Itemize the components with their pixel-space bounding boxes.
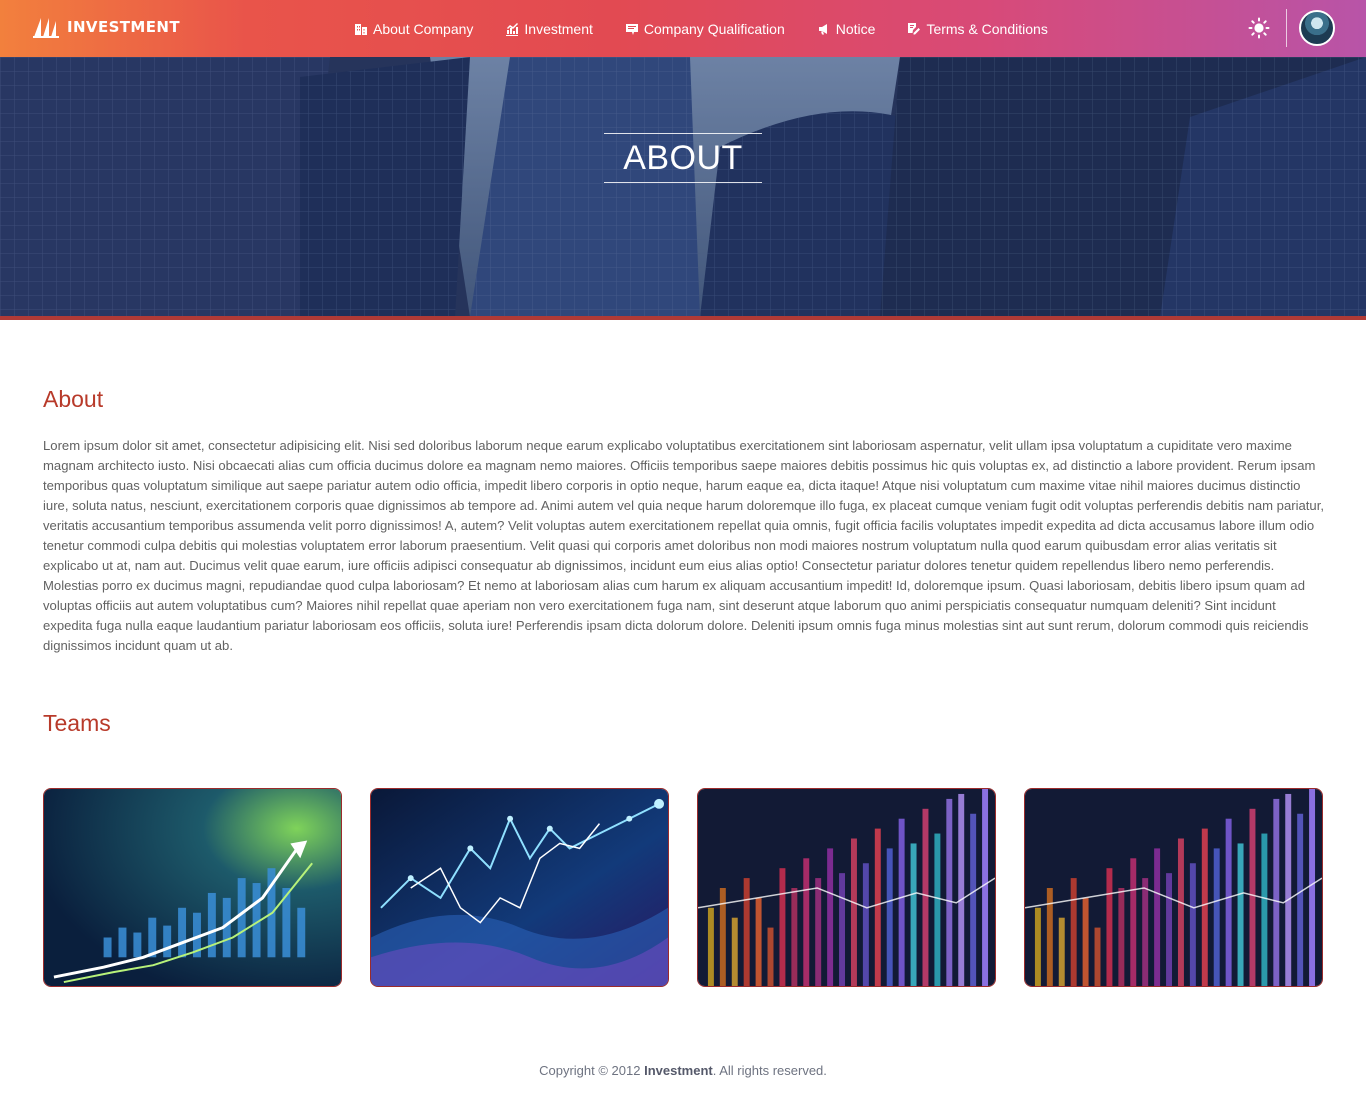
building-icon: [355, 23, 367, 35]
nav-company-qualification-label: Company Qualification: [643, 20, 785, 37]
top-navbar: INVESTMENT About Company Investment Comp…: [0, 0, 1366, 57]
nav-investment-label: Investment: [524, 20, 593, 37]
hero-title: ABOUT: [623, 138, 743, 177]
candlestick-chart-image: [1025, 789, 1322, 986]
chart-icon: [506, 22, 519, 36]
user-avatar[interactable]: [1299, 10, 1335, 46]
hero-accent-bar: [0, 316, 1366, 320]
growth-chart-image: [44, 789, 341, 986]
about-paragraph: Lorem ipsum dolor sit amet, consectetur …: [43, 438, 1324, 653]
sail-logo-icon: [33, 18, 59, 38]
stock-line-chart-image: [371, 789, 668, 986]
brand-name: INVESTMENT: [67, 18, 180, 36]
team-card-1[interactable]: [43, 788, 342, 987]
about-heading: About: [43, 386, 104, 412]
nav-company-qualification[interactable]: Company Qualification: [625, 21, 785, 37]
team-card-3[interactable]: [697, 788, 996, 987]
nav-terms-conditions-label: Terms & Conditions: [926, 20, 1048, 37]
candlestick-chart-image: [698, 789, 995, 986]
edit-document-icon: [908, 22, 921, 34]
certificate-icon: [625, 23, 638, 35]
nav-investment[interactable]: Investment: [505, 20, 593, 37]
megaphone-icon: [818, 23, 827, 34]
footer: Copyright © 2012 Investment. All rights …: [0, 1063, 1366, 1078]
teams-heading: Teams: [43, 710, 111, 736]
footer-copyright-prefix: Copyright © 2012: [539, 1063, 645, 1078]
nav-about-company[interactable]: About Company: [354, 21, 473, 37]
team-card-2[interactable]: [370, 788, 669, 987]
team-card-4[interactable]: [1024, 788, 1323, 987]
main-nav: About Company Investment Company Qualifi…: [354, 0, 1080, 57]
nav-notice-label: Notice: [835, 20, 876, 37]
hero-banner: ABOUT: [0, 57, 1366, 317]
nav-about-company-label: About Company: [373, 20, 474, 37]
nav-notice[interactable]: Notice: [817, 20, 876, 37]
footer-copyright-suffix: . All rights reserved.: [712, 1063, 827, 1078]
hero-title-frame: ABOUT: [604, 133, 762, 183]
nav-terms-conditions[interactable]: Terms & Conditions: [907, 20, 1048, 37]
sun-icon[interactable]: [1248, 17, 1270, 39]
brand-logo-link[interactable]: INVESTMENT: [32, 15, 180, 39]
skyscrapers-background-image: [0, 57, 1366, 317]
nav-divider: [1286, 9, 1287, 47]
footer-brand-link[interactable]: Investment: [644, 1063, 713, 1078]
